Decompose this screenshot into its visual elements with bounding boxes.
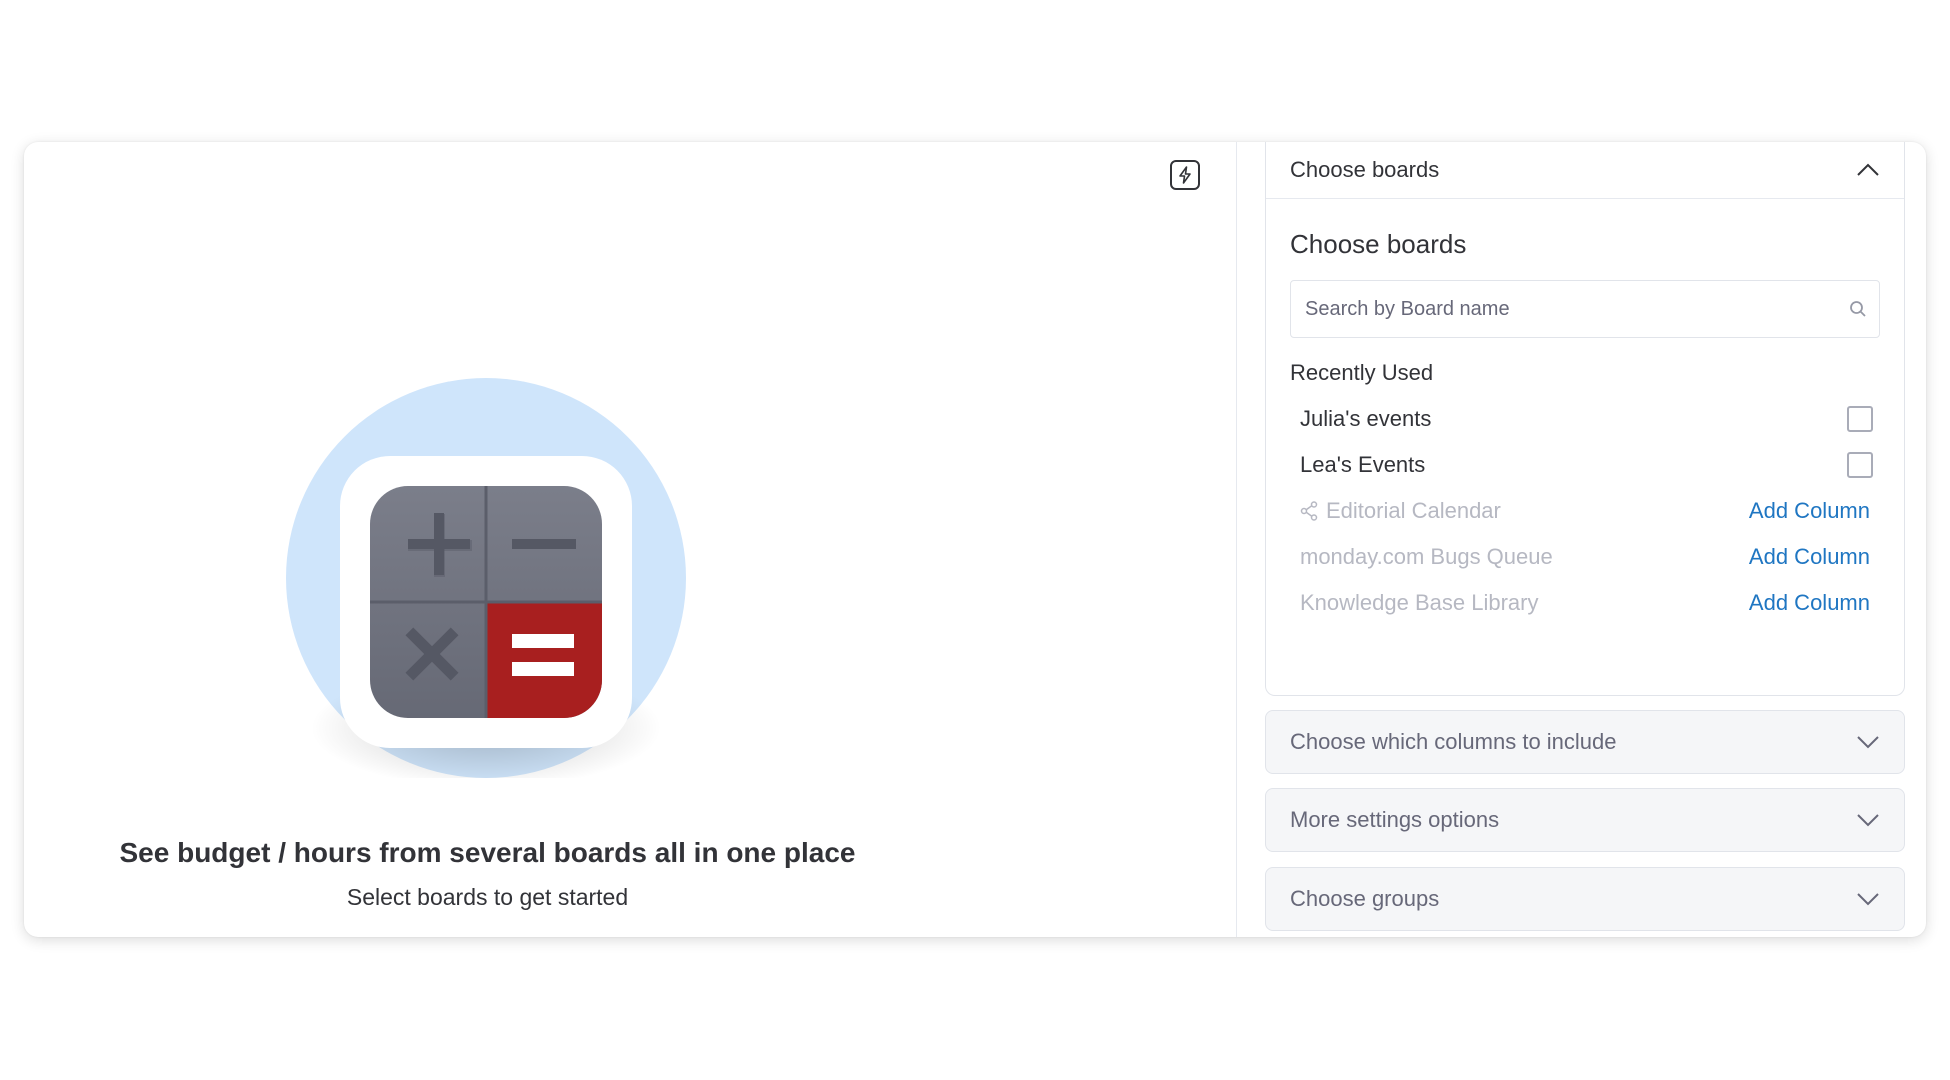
groups-section-header[interactable]: Choose groups (1265, 867, 1905, 931)
board-checkbox[interactable] (1847, 406, 1873, 432)
board-list: Julia's events Lea's Events Editorial Ca… (1290, 396, 1880, 626)
chevron-up-icon[interactable] (1856, 163, 1880, 177)
empty-state-subtitle: Select boards to get started (346, 884, 629, 910)
widget-card: See budget / hours from several boards a… (24, 142, 1926, 937)
more-settings-section-title: More settings options (1290, 807, 1500, 832)
groups-section-title: Choose groups (1290, 886, 1440, 911)
add-column-link[interactable]: Add Column (1749, 544, 1870, 570)
columns-section-header[interactable]: Choose which columns to include (1265, 710, 1905, 774)
board-checkbox[interactable] (1847, 452, 1873, 478)
choose-boards-header[interactable]: Choose boards (1266, 142, 1904, 199)
share-icon (1300, 501, 1318, 521)
settings-panel: Choose boards Choose boards Recently Use… (1237, 142, 1926, 937)
choose-boards-title: Choose boards (1290, 229, 1467, 259)
board-name: Knowledge Base Library (1300, 590, 1539, 615)
board-row: Lea's Events (1290, 442, 1880, 488)
empty-state-panel: See budget / hours from several boards a… (24, 142, 1236, 937)
board-row: Julia's events (1290, 396, 1880, 442)
board-name: monday.com Bugs Queue (1300, 544, 1553, 569)
calculator-illustration (286, 378, 686, 778)
search-icon (1850, 301, 1866, 317)
lightning-bolt-icon (1179, 166, 1191, 184)
board-name: Editorial Calendar (1326, 498, 1501, 523)
chevron-down-icon (1857, 893, 1879, 906)
columns-section-title: Choose which columns to include (1290, 729, 1617, 754)
board-row: Editorial Calendar Add Column (1290, 488, 1880, 534)
board-name: Lea's Events (1300, 452, 1426, 477)
board-row: monday.com Bugs Queue Add Column (1290, 534, 1880, 580)
add-column-link[interactable]: Add Column (1749, 498, 1870, 524)
board-search-box[interactable] (1290, 280, 1880, 338)
choose-boards-section: Choose boards Choose boards Recently Use… (1265, 142, 1905, 696)
board-row: Knowledge Base Library Add Column (1290, 580, 1880, 626)
board-name-with-icon: Editorial Calendar (1300, 498, 1501, 524)
chevron-down-icon (1857, 736, 1879, 749)
recently-used-label: Recently Used (1290, 360, 1434, 385)
board-search-input[interactable] (1303, 296, 1849, 322)
lightning-bolt-button[interactable] (1170, 160, 1200, 190)
more-settings-section-header[interactable]: More settings options (1265, 788, 1905, 852)
add-column-link[interactable]: Add Column (1749, 590, 1870, 616)
choose-boards-header-label: Choose boards (1290, 157, 1440, 182)
chevron-down-icon (1857, 814, 1879, 827)
board-name: Julia's events (1300, 406, 1432, 431)
empty-state-title: See budget / hours from several boards a… (119, 837, 856, 868)
